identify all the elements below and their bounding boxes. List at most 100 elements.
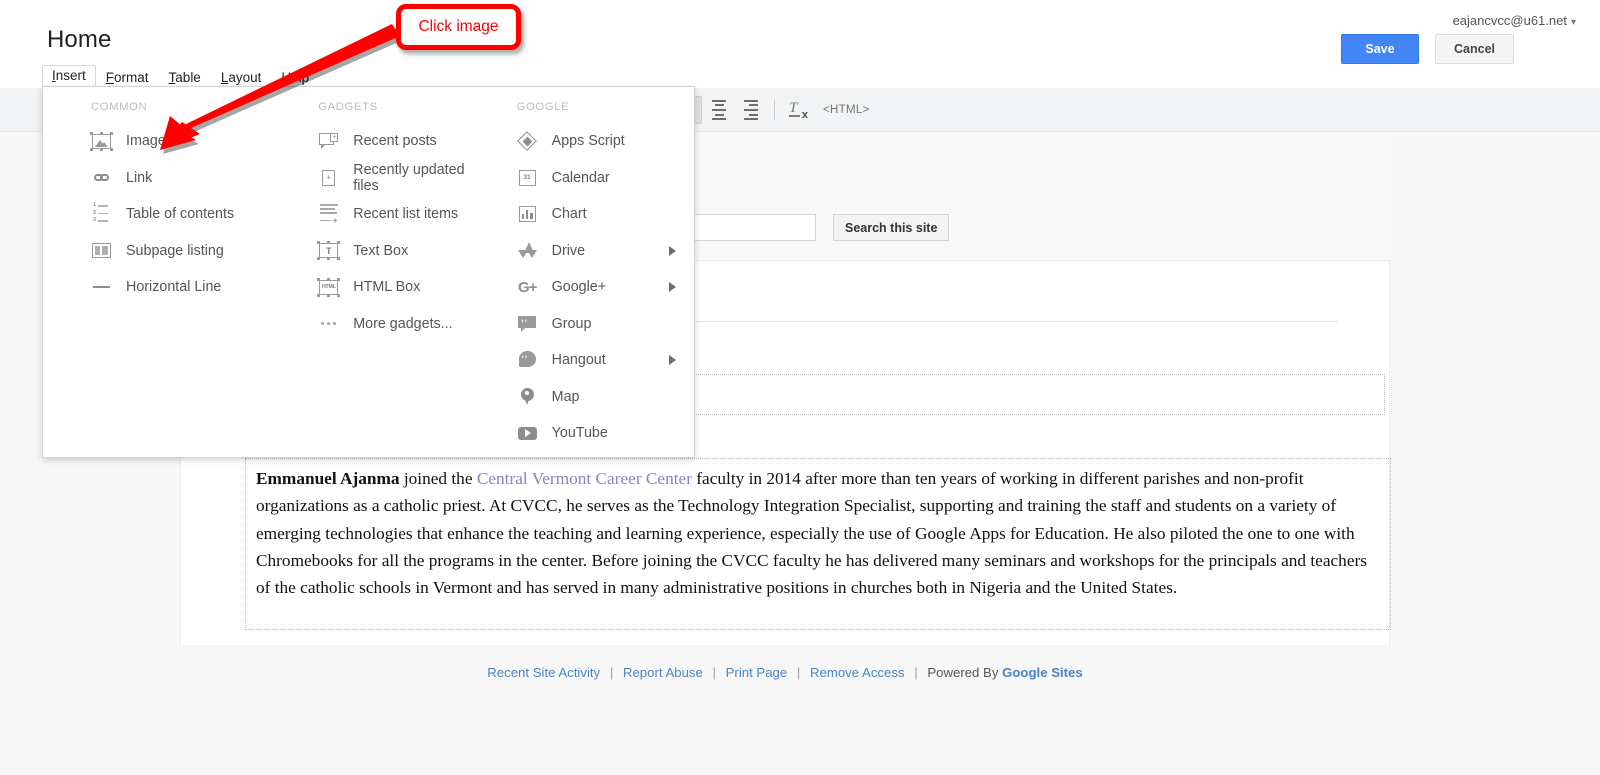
menu-item-subpage-listing[interactable]: Subpage listing (91, 233, 280, 270)
cvcc-link[interactable]: Central Vermont Career Center (477, 469, 692, 488)
submenu-arrow-icon (669, 282, 676, 293)
menu-item-calendar[interactable]: 31 Calendar (517, 160, 694, 197)
menu-item-label: HTML Box (353, 279, 421, 296)
account-email: eajancvcc@u61.net (1452, 13, 1567, 28)
menu-item-label: Recent list items (353, 206, 459, 223)
menu-item-label: Drive (551, 242, 586, 259)
menu-help[interactable]: Help (271, 68, 319, 89)
subpage-listing-icon (91, 240, 112, 261)
menu-item-label: Google+ (551, 279, 607, 296)
menu-column-google: GOOGLE Apps Script 31 Calendar Chart Dri… (480, 97, 694, 452)
site-search-input[interactable] (681, 214, 816, 241)
calendar-icon: 31 (517, 167, 538, 188)
text-content-block[interactable]: Emmanuel Ajanma joined the Central Vermo… (245, 458, 1391, 630)
menu-heading-common: COMMON (91, 101, 148, 113)
menu-item-youtube[interactable]: YouTube (517, 415, 694, 452)
annotation-callout-text: Click image (418, 18, 499, 35)
bio-text-before-link: joined the (399, 469, 477, 488)
align-right-icon[interactable] (736, 96, 766, 124)
menu-item-chart[interactable]: Chart (517, 196, 694, 233)
footer-separator: | (712, 665, 716, 680)
group-icon: ,, (517, 313, 538, 334)
app-root: nuel's Eportfolio Search this site Emman… (0, 0, 1600, 775)
recent-posts-icon: + (318, 131, 339, 152)
google-sites-brand[interactable]: Google Sites (1002, 665, 1083, 680)
menu-item-label: Group (551, 315, 592, 332)
more-gadgets-icon (318, 313, 339, 334)
submenu-arrow-icon (669, 355, 676, 366)
site-search-button[interactable]: Search this site (833, 214, 950, 241)
toolbar-divider (774, 100, 775, 120)
menu-item-text-box[interactable]: T Text Box (317, 233, 479, 270)
menu-item-recently-updated-files[interactable]: + Recently updated files (318, 160, 479, 197)
annotation-callout: Click image (396, 4, 521, 50)
menu-item-label: Image (126, 133, 166, 150)
menu-item-label: Recently updated files (353, 161, 465, 194)
menu-heading-google: GOOGLE (516, 101, 570, 113)
footer-separator: | (914, 665, 918, 680)
menu-item-label: Link (126, 169, 153, 186)
insert-dropdown-menu: COMMON Image Link 123 Table of contents … (42, 86, 695, 458)
menu-item-group[interactable]: ,, Group (517, 306, 694, 343)
menu-item-horizontal-line[interactable]: Horizontal Line (91, 269, 280, 306)
bio-paragraph: Emmanuel Ajanma joined the Central Vermo… (246, 465, 1378, 601)
account-menu[interactable]: eajancvcc@u61.net ▾ (1453, 13, 1576, 28)
map-pin-icon (517, 386, 538, 407)
table-of-contents-icon: 123 (91, 202, 112, 225)
menu-item-more-gadgets[interactable]: More gadgets... (318, 306, 479, 343)
footer-separator: | (796, 665, 801, 680)
footer-link-print-page[interactable]: Print Page (726, 665, 788, 680)
footer-links: Recent Site Activity | Report Abuse | Pr… (180, 665, 1390, 680)
editor-menubar: Insert Format Table Layout Help (42, 64, 319, 88)
menu-item-map[interactable]: Map (517, 379, 694, 416)
menu-item-label: Apps Script (551, 133, 625, 150)
youtube-icon (517, 423, 538, 444)
horizontal-line-icon (91, 277, 112, 298)
menu-table[interactable]: Table (159, 68, 211, 89)
apps-script-icon (516, 130, 538, 152)
menu-item-label: Chart (551, 206, 587, 223)
menu-item-label: Hangout (551, 352, 606, 369)
menu-item-label: Calendar (551, 169, 610, 186)
bio-text-after-link: faculty in 2014 after more than ten year… (256, 469, 1367, 598)
clear-formatting-icon[interactable]: Tx (783, 96, 813, 124)
menu-item-table-of-contents[interactable]: 123 Table of contents (91, 196, 280, 233)
menu-item-recent-list-items[interactable]: + Recent list items (318, 196, 479, 233)
footer-link-report-abuse[interactable]: Report Abuse (623, 665, 703, 680)
submenu-arrow-icon (669, 245, 676, 256)
menu-format[interactable]: Format (96, 68, 159, 89)
recent-list-items-icon: + (318, 203, 339, 225)
footer-link-remove-access[interactable]: Remove Access (810, 665, 905, 680)
menu-item-html-box[interactable]: HTML HTML Box (317, 269, 479, 306)
text-box-icon: T (317, 240, 341, 261)
menu-item-drive[interactable]: Drive (517, 233, 694, 270)
menu-item-apps-script[interactable]: Apps Script (516, 123, 694, 160)
menu-item-image[interactable]: Image (90, 123, 280, 160)
footer-separator: | (609, 665, 614, 680)
menu-item-label: Recent posts (353, 133, 437, 150)
site-footer: Recent Site Activity | Report Abuse | Pr… (180, 645, 1390, 775)
menu-item-label: YouTube (551, 425, 608, 442)
footer-link-recent-site-activity[interactable]: Recent Site Activity (487, 665, 600, 680)
html-source-button[interactable]: <HTML> (823, 104, 870, 116)
cancel-button[interactable]: Cancel (1435, 34, 1514, 64)
menu-item-label: More gadgets... (353, 315, 453, 332)
menu-layout[interactable]: Layout (211, 68, 272, 89)
menu-item-link[interactable]: Link (91, 160, 280, 197)
page-title: Home (47, 26, 112, 53)
menu-item-label: Map (551, 388, 580, 405)
menu-insert[interactable]: Insert (42, 64, 96, 88)
html-box-icon: HTML (317, 277, 341, 298)
link-icon (91, 167, 112, 188)
hangout-icon: ,, (517, 350, 538, 371)
drive-icon (517, 240, 538, 261)
align-center-icon[interactable] (704, 96, 734, 124)
menu-item-recent-posts[interactable]: + Recent posts (318, 123, 479, 160)
image-icon (90, 131, 113, 152)
menu-item-hangout[interactable]: ,, Hangout (517, 342, 694, 379)
save-button[interactable]: Save (1341, 34, 1419, 64)
menu-column-common: COMMON Image Link 123 Table of contents … (43, 97, 280, 452)
menu-item-google-plus[interactable]: G+ Google+ (517, 269, 694, 306)
bio-lead-name: Emmanuel Ajanma (256, 469, 400, 488)
menu-item-label: Horizontal Line (126, 279, 222, 296)
